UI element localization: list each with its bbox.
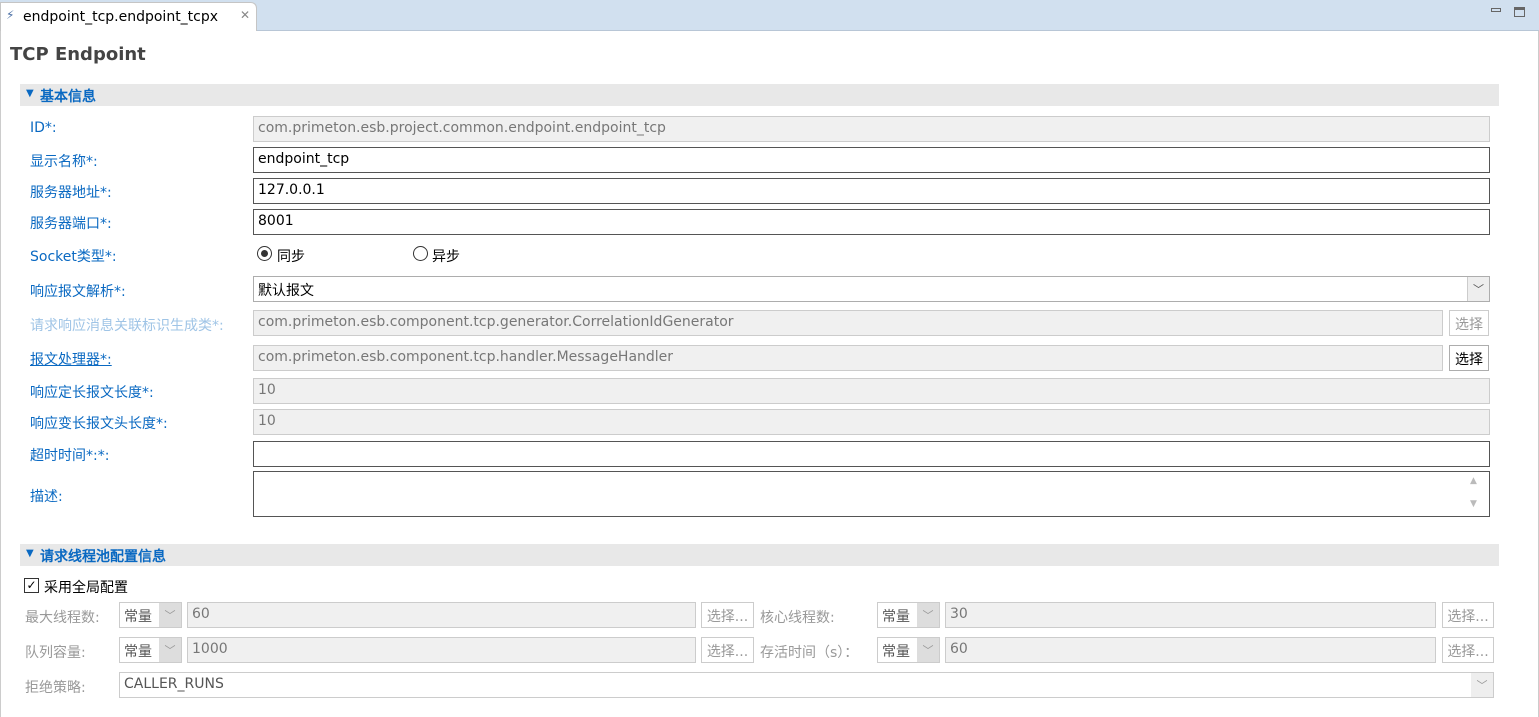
collapse-triangle-icon: ▼ [26, 548, 34, 559]
maximize-icon[interactable] [1514, 7, 1525, 17]
sync-label: 同步 [277, 249, 305, 265]
reject-policy-select[interactable]: CALLER_RUNS ﹀ [119, 672, 1494, 698]
sync-radio[interactable] [257, 246, 272, 261]
max-threads-type-select[interactable]: 常量 ﹀ [119, 602, 182, 628]
description-textarea[interactable] [253, 471, 1490, 517]
reject-policy-value: CALLER_RUNS [124, 676, 224, 692]
section-title: 基本信息 [40, 89, 96, 105]
global-config-label: 采用全局配置 [44, 580, 128, 596]
timeout-label: 超时时间*:*: [30, 448, 110, 464]
max-threads-label: 最大线程数: [25, 610, 100, 626]
section-pool-header[interactable]: ▼ 请求线程池配置信息 [20, 544, 1499, 566]
description-label: 描述: [30, 489, 63, 505]
address-label: 服务器地址*: [30, 185, 112, 201]
handler-field[interactable]: com.primeton.esb.component.tcp.handler.M… [253, 345, 1443, 371]
chevron-down-icon: ﹀ [159, 638, 181, 662]
chevron-down-icon: ﹀ [917, 638, 939, 662]
page-title: TCP Endpoint [10, 44, 146, 65]
core-threads-select-button[interactable]: 选择... [1442, 602, 1494, 628]
type-value: 常量 [882, 609, 910, 625]
type-value: 常量 [124, 644, 152, 660]
scroll-down-icon[interactable]: ▼ [1470, 499, 1477, 509]
reject-policy-label: 拒绝策略: [25, 680, 86, 696]
keep-alive-type-select[interactable]: 常量 ﹀ [877, 637, 940, 663]
keep-alive-select-button[interactable]: 选择... [1442, 637, 1494, 663]
queue-select-button[interactable]: 选择... [701, 637, 754, 663]
core-threads-field[interactable]: 30 [945, 602, 1436, 628]
core-threads-type-select[interactable]: 常量 ﹀ [877, 602, 940, 628]
queue-type-select[interactable]: 常量 ﹀ [119, 637, 182, 663]
close-icon[interactable]: ✕ [240, 8, 250, 22]
section-basic-header[interactable]: ▼ 基本信息 [20, 84, 1499, 106]
fixed-length-field[interactable]: 10 [253, 378, 1490, 404]
fixed-length-label: 响应定长报文长度*: [30, 385, 154, 401]
type-value: 常量 [124, 609, 152, 625]
correlation-label: 请求响应消息关联标识生成类*: [30, 318, 224, 334]
scroll-up-icon[interactable]: ▲ [1470, 476, 1477, 486]
parse-select[interactable]: 默认报文 ﹀ [253, 276, 1490, 302]
global-config-checkbox[interactable]: ✓ [24, 578, 39, 593]
socket-type-label: Socket类型*: [30, 249, 117, 265]
queue-capacity-field[interactable]: 1000 [187, 637, 696, 663]
address-field[interactable]: 127.0.0.1 [253, 178, 1490, 204]
keep-alive-label: 存活时间（s）： [760, 645, 859, 661]
parse-value: 默认报文 [258, 283, 314, 299]
timeout-field[interactable] [253, 441, 1490, 467]
tab-bar: ⚡ endpoint_tcp.endpoint_tcpx ✕ [0, 0, 1539, 31]
type-value: 常量 [882, 644, 910, 660]
id-field[interactable]: com.primeton.esb.project.common.endpoint… [253, 116, 1490, 142]
queue-capacity-label: 队列容量: [25, 645, 86, 661]
correlation-field[interactable]: com.primeton.esb.component.tcp.generator… [253, 310, 1443, 336]
chevron-down-icon: ﹀ [159, 603, 181, 627]
async-label: 异步 [432, 249, 460, 265]
name-field[interactable]: endpoint_tcp [253, 147, 1490, 173]
async-radio[interactable] [413, 246, 428, 261]
collapse-triangle-icon: ▼ [26, 88, 34, 99]
port-label: 服务器端口*: [30, 216, 112, 232]
correlation-select-button[interactable]: 选择 [1449, 310, 1489, 336]
id-label: ID*: [30, 120, 57, 136]
parse-label: 响应报文解析*: [30, 284, 126, 300]
var-length-label: 响应变长报文头长度*: [30, 416, 168, 432]
handler-link[interactable]: 报文处理器*: [30, 349, 112, 369]
max-threads-select-button[interactable]: 选择... [701, 602, 754, 628]
chevron-down-icon: ﹀ [1467, 277, 1489, 301]
minimize-icon[interactable] [1491, 8, 1501, 12]
handler-select-button[interactable]: 选择 [1449, 345, 1489, 371]
keep-alive-field[interactable]: 60 [945, 637, 1436, 663]
var-length-field[interactable]: 10 [253, 409, 1490, 435]
chevron-down-icon: ﹀ [917, 603, 939, 627]
section-title: 请求线程池配置信息 [40, 549, 166, 565]
editor-tab[interactable]: ⚡ endpoint_tcp.endpoint_tcpx ✕ [0, 2, 257, 31]
endpoint-file-icon: ⚡ [6, 8, 15, 22]
name-label: 显示名称*: [30, 154, 98, 170]
tab-title: endpoint_tcp.endpoint_tcpx [23, 9, 219, 25]
core-threads-label: 核心线程数: [760, 610, 835, 626]
max-threads-field[interactable]: 60 [187, 602, 696, 628]
chevron-down-icon: ﹀ [1471, 673, 1493, 697]
port-field[interactable]: 8001 [253, 209, 1490, 235]
